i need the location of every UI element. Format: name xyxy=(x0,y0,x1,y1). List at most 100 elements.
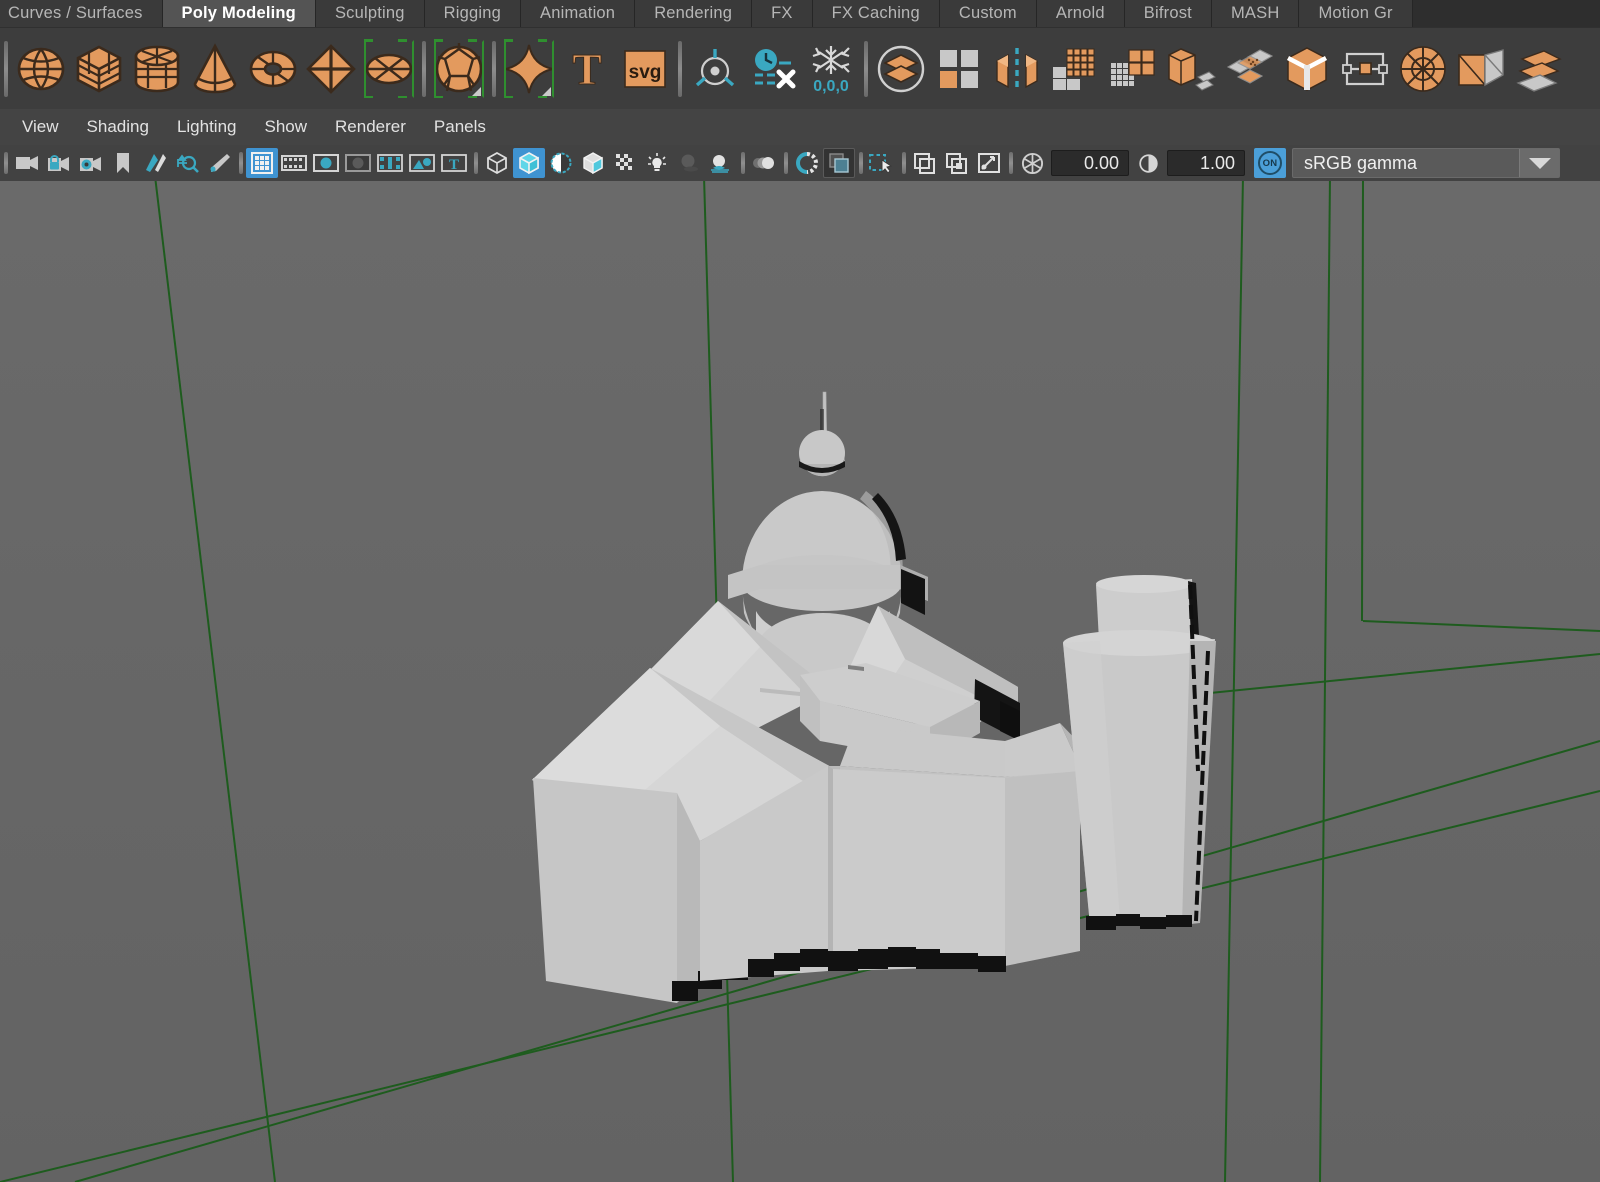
panel-menu-view[interactable]: View xyxy=(8,115,73,139)
use-all-lights-icon[interactable] xyxy=(641,148,673,178)
gate-mask-icon[interactable] xyxy=(342,148,374,178)
camera-attributes-icon[interactable] xyxy=(75,148,107,178)
toolbar-separator xyxy=(1005,150,1016,176)
delete-history-icon[interactable] xyxy=(744,34,802,104)
grid-toggle-icon[interactable] xyxy=(246,148,278,178)
exposure-icon[interactable] xyxy=(1016,148,1048,178)
multisample-aa-icon[interactable] xyxy=(791,148,823,178)
textured-icon[interactable] xyxy=(609,148,641,178)
separate-icon[interactable] xyxy=(930,34,988,104)
viewport-toolbar[interactable]: T 0.00 1.00 ON sRGB gamma xyxy=(0,145,1600,181)
shelf-tab-curves-surfaces[interactable]: Curves / Surfaces xyxy=(0,0,163,27)
field-chart-icon[interactable] xyxy=(374,148,406,178)
panel-menu-bar[interactable]: View Shading Lighting Show Renderer Panels xyxy=(0,109,1600,145)
toolbar-separator xyxy=(0,150,11,176)
shelf-tab-arnold[interactable]: Arnold xyxy=(1036,0,1125,27)
polygon-torus-icon[interactable] xyxy=(244,34,302,104)
shelf-tab-mash[interactable]: MASH xyxy=(1211,0,1300,27)
color-management-select[interactable]: sRGB gamma xyxy=(1292,148,1560,178)
depth-of-field-icon[interactable] xyxy=(823,148,855,178)
polygon-cylinder-icon xyxy=(131,43,183,95)
reduce-icon[interactable] xyxy=(1104,34,1162,104)
safe-title-icon[interactable]: T xyxy=(438,148,470,178)
shelf-tab-rigging[interactable]: Rigging xyxy=(424,0,522,27)
polygon-cylinder-icon[interactable] xyxy=(128,34,186,104)
toolbar-separator xyxy=(470,150,481,176)
shade-options-icon[interactable] xyxy=(545,148,577,178)
panel-menu-panels[interactable]: Panels xyxy=(420,115,500,139)
isolate-select-icon[interactable] xyxy=(866,148,898,178)
chevron-down-icon[interactable] xyxy=(1519,149,1559,177)
shelf-separator xyxy=(488,38,500,100)
shelf-separator xyxy=(0,38,12,100)
motion-blur-icon[interactable] xyxy=(748,148,780,178)
polygon-sphere-icon[interactable] xyxy=(12,34,70,104)
select-camera-icon[interactable] xyxy=(11,148,43,178)
gamma-value[interactable]: 1.00 xyxy=(1167,150,1245,176)
xray-icon[interactable] xyxy=(909,148,941,178)
boolean-icon[interactable] xyxy=(1220,34,1278,104)
bookmark-icon[interactable] xyxy=(107,148,139,178)
polygon-disc-icon xyxy=(363,43,415,95)
polygon-cube-icon[interactable] xyxy=(70,34,128,104)
panel-menu-renderer[interactable]: Renderer xyxy=(321,115,420,139)
bevel-icon[interactable] xyxy=(1278,34,1336,104)
polygon-plane-icon[interactable] xyxy=(302,34,360,104)
polygon-cone-icon[interactable] xyxy=(186,34,244,104)
panel-menu-shading[interactable]: Shading xyxy=(73,115,163,139)
polygon-platonic-icon[interactable] xyxy=(430,34,488,104)
resolution-gate-icon[interactable] xyxy=(310,148,342,178)
wireframe-icon[interactable] xyxy=(481,148,513,178)
smooth-icon[interactable] xyxy=(1046,34,1104,104)
viewport-3d[interactable] xyxy=(0,181,1600,1182)
bridge-icon xyxy=(1455,45,1507,93)
freeze-transform-icon[interactable]: 0,0,0 xyxy=(802,34,860,104)
svg-tool-icon[interactable]: svg xyxy=(616,34,674,104)
lock-camera-icon[interactable] xyxy=(43,148,75,178)
shelf-tab-fx[interactable]: FX xyxy=(752,0,813,27)
shelf-tab-sculpting[interactable]: Sculpting xyxy=(315,0,425,27)
shadows-icon[interactable] xyxy=(673,148,705,178)
xray-active-components-icon[interactable] xyxy=(973,148,1005,178)
toolbar-separator xyxy=(235,150,246,176)
shelf-icon-row[interactable]: Tsvg 0,0,0 xyxy=(0,27,1600,109)
wireframe-on-shaded-icon[interactable] xyxy=(577,148,609,178)
append-polygon-icon[interactable] xyxy=(1510,34,1568,104)
image-plane-icon[interactable] xyxy=(139,148,171,178)
circularize-icon[interactable] xyxy=(1394,34,1452,104)
smooth-shade-all-icon[interactable] xyxy=(513,148,545,178)
panel-menu-lighting[interactable]: Lighting xyxy=(163,115,251,139)
panel-menu-show[interactable]: Show xyxy=(251,115,322,139)
safe-action-icon[interactable] xyxy=(406,148,438,178)
option-box-icon[interactable] xyxy=(542,86,551,96)
color-management-toggle[interactable]: ON xyxy=(1254,148,1286,178)
text-tool-icon[interactable]: T xyxy=(558,34,616,104)
mirror-icon[interactable] xyxy=(988,34,1046,104)
shelf-tab-rendering[interactable]: Rendering xyxy=(635,0,753,27)
center-pivot-icon[interactable] xyxy=(686,34,744,104)
two-d-pan-zoom-icon[interactable] xyxy=(171,148,203,178)
extract-icon[interactable] xyxy=(1162,34,1220,104)
polygon-plane-icon xyxy=(305,43,357,95)
shelf-tab-motion-gr[interactable]: Motion Gr xyxy=(1299,0,1413,27)
shelf-tab-bar[interactable]: Curves / Surfaces Poly Modeling Sculpting R… xyxy=(0,0,1600,27)
exposure-value[interactable]: 0.00 xyxy=(1051,150,1129,176)
film-gate-icon[interactable] xyxy=(278,148,310,178)
polygon-disc-icon[interactable] xyxy=(360,34,418,104)
option-box-icon[interactable] xyxy=(472,86,481,96)
polygon-superellipse-icon[interactable] xyxy=(500,34,558,104)
shelf-tab-custom[interactable]: Custom xyxy=(939,0,1037,27)
shelf-tab-animation[interactable]: Animation xyxy=(521,0,636,27)
shelf-tab-fx-caching[interactable]: FX Caching xyxy=(812,0,940,27)
screen-space-ao-icon[interactable] xyxy=(705,148,737,178)
bridge-icon[interactable] xyxy=(1452,34,1510,104)
shelf-tab-poly-modeling[interactable]: Poly Modeling xyxy=(162,0,316,27)
oculus-grease-pencil-icon[interactable] xyxy=(203,148,235,178)
combine-icon[interactable] xyxy=(872,34,930,104)
xray-joints-icon[interactable] xyxy=(941,148,973,178)
multi-cut-icon[interactable] xyxy=(1336,34,1394,104)
circularize-icon xyxy=(1398,44,1448,94)
gamma-icon[interactable] xyxy=(1132,148,1164,178)
center-pivot-icon xyxy=(691,45,739,93)
shelf-tab-bifrost[interactable]: Bifrost xyxy=(1124,0,1212,27)
